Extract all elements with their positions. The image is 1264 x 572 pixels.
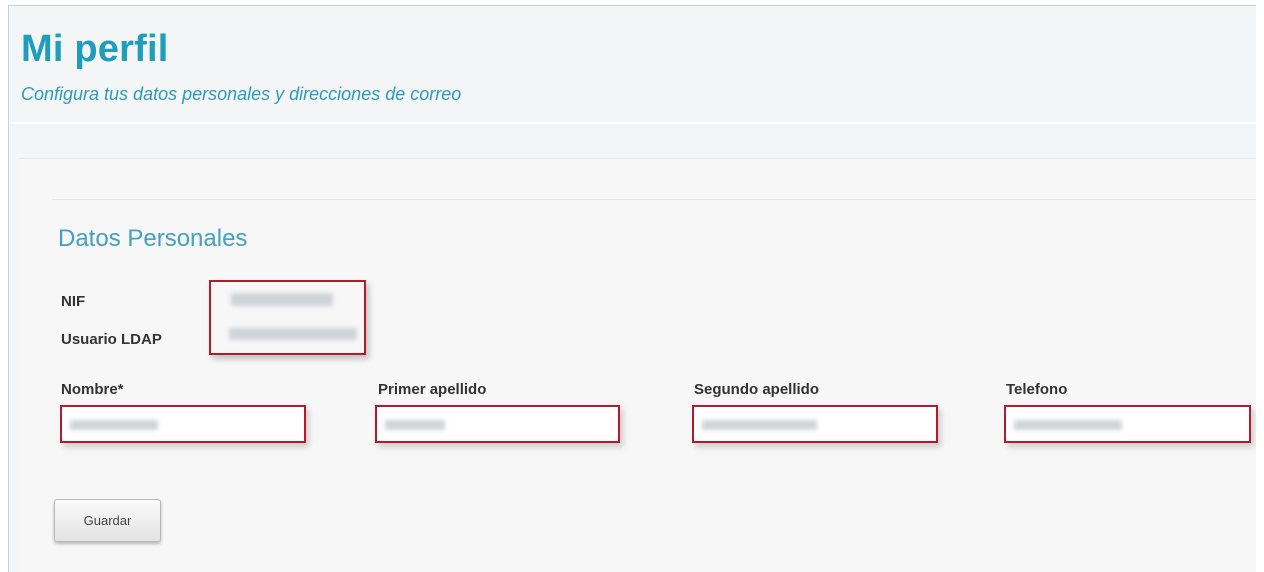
telefono-label: Telefono [1006,381,1068,398]
header-divider [9,122,1264,124]
page-header: Mi perfil Configura tus datos personales… [9,6,1264,124]
window-edge [1256,0,1264,572]
segundo-apellido-label: Segundo apellido [694,381,820,398]
segundo-apellido-value [702,420,817,430]
telefono-input[interactable] [1004,405,1251,443]
page-subtitle: Configura tus datos personales y direcci… [21,84,462,104]
nif-label: NIF [61,293,86,310]
ldap-user-value [229,328,357,340]
page-title: Mi perfil [21,28,169,70]
nombre-label: Nombre* [61,381,124,398]
telefono-value [1014,420,1122,430]
ldap-user-label: Usuario LDAP [61,331,162,348]
save-button[interactable]: Guardar [54,499,161,542]
identity-values-box [209,280,366,355]
primer-apellido-value [385,420,445,430]
nif-value [231,293,333,306]
segundo-apellido-input[interactable] [692,405,938,443]
nombre-value [70,420,158,430]
section-title: Datos Personales [58,225,248,252]
personal-data-panel: Datos Personales NIF Usuario LDAP Nombre… [19,158,1264,572]
panel-divider [52,199,1264,200]
primer-apellido-label: Primer apellido [378,381,487,398]
primer-apellido-input[interactable] [375,405,620,443]
profile-page: Mi perfil Configura tus datos personales… [8,5,1264,572]
identity-highlight-frame [209,280,366,355]
nombre-input[interactable] [60,405,306,443]
